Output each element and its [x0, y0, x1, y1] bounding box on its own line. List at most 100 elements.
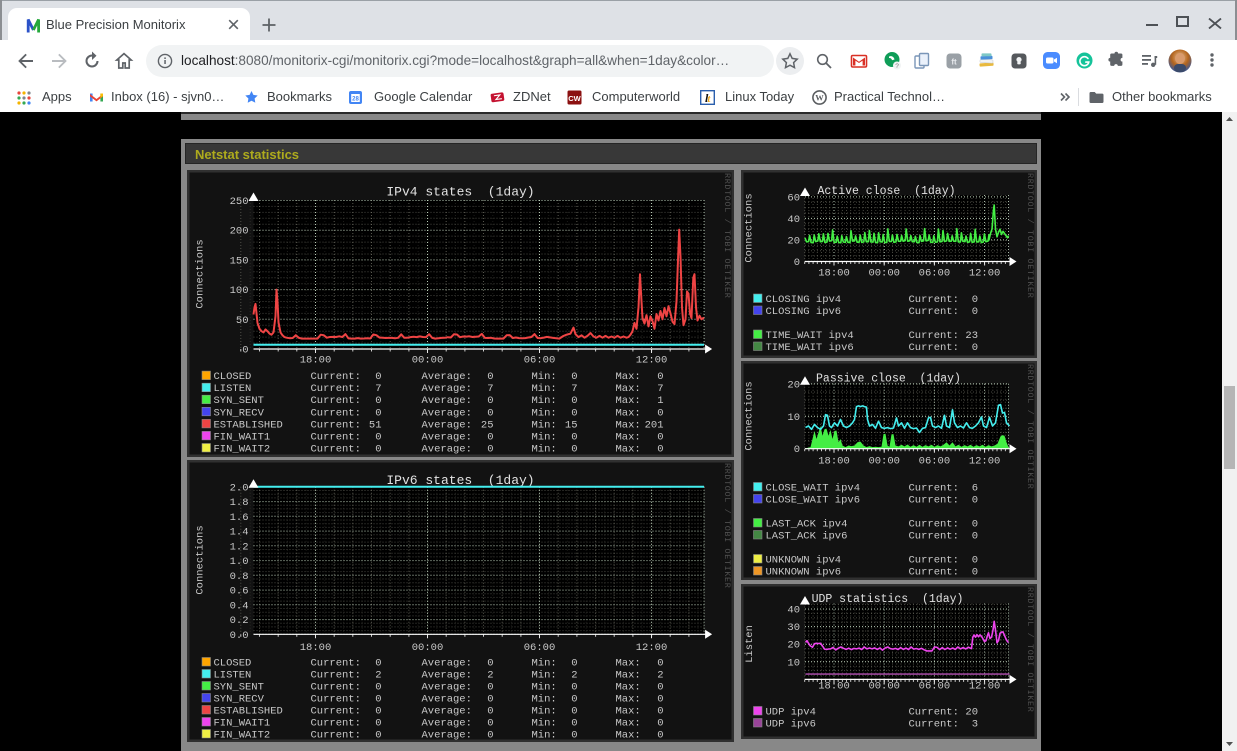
svg-text:0: 0 — [657, 371, 663, 383]
svg-text:CW: CW — [568, 94, 581, 103]
svg-text:0: 0 — [971, 342, 977, 354]
svg-text:LISTEN: LISTEN — [213, 383, 251, 395]
svg-text:SYN_RECV: SYN_RECV — [213, 407, 264, 419]
svg-text:1.8: 1.8 — [229, 497, 248, 509]
svg-text:0: 0 — [571, 693, 577, 705]
svg-text:0: 0 — [375, 693, 381, 705]
svg-text:0.0: 0.0 — [229, 629, 248, 641]
svg-text:Min:: Min: — [531, 693, 556, 705]
svg-text:CLOSING ipv4: CLOSING ipv4 — [765, 294, 841, 306]
svg-text:150: 150 — [229, 255, 248, 267]
svg-text:60: 60 — [787, 192, 800, 204]
svg-text:0: 0 — [375, 729, 381, 741]
svg-text:FIN_WAIT1: FIN_WAIT1 — [213, 431, 270, 443]
svg-text:7: 7 — [657, 383, 663, 395]
svg-text:0.8: 0.8 — [229, 570, 248, 582]
svg-text:18:00: 18:00 — [818, 681, 850, 693]
svg-text:00:00: 00:00 — [868, 267, 900, 279]
svg-text:0: 0 — [571, 705, 577, 717]
svg-text:RRDTOOL / TOBI OETIKER: RRDTOOL / TOBI OETIKER — [1025, 173, 1035, 298]
svg-text:40: 40 — [787, 213, 800, 225]
svg-text:18:00: 18:00 — [818, 267, 850, 279]
svg-text:00:00: 00:00 — [868, 681, 900, 693]
svg-text:W: W — [815, 93, 824, 103]
svg-text:Average:: Average: — [421, 693, 471, 705]
svg-text:0: 0 — [657, 431, 663, 443]
svg-text:Current:: Current: — [908, 306, 958, 318]
svg-text:51: 51 — [368, 419, 381, 431]
svg-text:50: 50 — [235, 314, 248, 326]
svg-text:FIN_WAIT1: FIN_WAIT1 — [213, 717, 270, 729]
svg-text:Max:: Max: — [615, 729, 640, 741]
svg-text:0: 0 — [793, 444, 799, 456]
svg-text:20: 20 — [965, 707, 978, 719]
svg-text:Current:: Current: — [908, 519, 958, 531]
svg-text:18:00: 18:00 — [818, 456, 850, 468]
svg-text:0: 0 — [375, 717, 381, 729]
svg-text:0: 0 — [487, 681, 493, 693]
svg-text:0: 0 — [375, 431, 381, 443]
svg-text:RRDTOOL / TOBI OETIKER: RRDTOOL / TOBI OETIKER — [722, 173, 732, 298]
svg-text:Current:: Current: — [908, 707, 958, 719]
svg-text:06:00: 06:00 — [523, 354, 555, 366]
svg-text:Max:: Max: — [615, 717, 640, 729]
svg-text:2: 2 — [571, 669, 577, 681]
svg-text:Current:: Current: — [310, 729, 360, 741]
svg-text:Current:: Current: — [310, 431, 360, 443]
svg-text:00:00: 00:00 — [411, 354, 443, 366]
svg-text:0: 0 — [487, 431, 493, 443]
svg-text:0: 0 — [971, 555, 977, 567]
svg-text:ESTABLISHED: ESTABLISHED — [213, 419, 282, 431]
svg-text:0: 0 — [793, 256, 799, 268]
svg-text:12:00: 12:00 — [968, 456, 1000, 468]
svg-text:Passive close (1day): Passive close (1day) — [816, 373, 961, 386]
svg-text:Current:: Current: — [908, 567, 958, 579]
svg-text:CLOSE_WAIT ipv6: CLOSE_WAIT ipv6 — [765, 495, 860, 507]
svg-text:Active close (1day): Active close (1day) — [817, 185, 955, 198]
svg-text:0: 0 — [971, 531, 977, 543]
svg-text:Current:: Current: — [310, 705, 360, 717]
svg-text:Current:: Current: — [908, 342, 958, 354]
svg-text:18:00: 18:00 — [299, 642, 331, 654]
svg-text:CLOSED: CLOSED — [213, 371, 251, 383]
svg-text:2: 2 — [657, 669, 663, 681]
svg-text:Average:: Average: — [421, 681, 471, 693]
svg-text:Current:: Current: — [908, 555, 958, 567]
svg-text:0: 0 — [487, 657, 493, 669]
svg-text:UNKNOWN ipv4: UNKNOWN ipv4 — [765, 555, 841, 567]
svg-text:Max:: Max: — [615, 693, 640, 705]
svg-text:Average:: Average: — [421, 657, 471, 669]
svg-text:0: 0 — [657, 717, 663, 729]
svg-text:10: 10 — [787, 657, 800, 669]
svg-text:0: 0 — [487, 717, 493, 729]
svg-text:0: 0 — [375, 407, 381, 419]
svg-text:0.6: 0.6 — [229, 585, 248, 597]
svg-text:7: 7 — [375, 383, 381, 395]
svg-text:TIME_WAIT ipv4: TIME_WAIT ipv4 — [765, 330, 853, 342]
svg-text:Min:: Min: — [531, 705, 556, 717]
svg-text:40: 40 — [787, 605, 800, 617]
svg-text:UDP statistics (1day): UDP statistics (1day) — [811, 593, 963, 606]
svg-text:12:00: 12:00 — [968, 681, 1000, 693]
svg-text:RRDTOOL / TOBI OETIKER: RRDTOOL / TOBI OETIKER — [1025, 587, 1035, 712]
svg-text:201: 201 — [644, 419, 663, 431]
svg-text:12:00: 12:00 — [968, 267, 1000, 279]
svg-text:Min:: Min: — [531, 407, 556, 419]
svg-text:UDP ipv4: UDP ipv4 — [765, 707, 815, 719]
svg-text:Min:: Min: — [531, 657, 556, 669]
svg-text:0: 0 — [487, 443, 493, 455]
svg-text:CLOSING ipv6: CLOSING ipv6 — [765, 306, 841, 318]
svg-text:Connections: Connections — [194, 239, 206, 308]
svg-text:Average:: Average: — [421, 729, 471, 741]
svg-text:06:00: 06:00 — [918, 681, 950, 693]
svg-text:06:00: 06:00 — [918, 267, 950, 279]
svg-text:Current:: Current: — [310, 693, 360, 705]
svg-text:Average:: Average: — [421, 407, 471, 419]
svg-text:FIN_WAIT2: FIN_WAIT2 — [213, 729, 270, 741]
svg-text:0: 0 — [657, 729, 663, 741]
svg-text:0: 0 — [571, 717, 577, 729]
svg-text:0: 0 — [375, 371, 381, 383]
svg-text:Max:: Max: — [615, 395, 640, 407]
svg-text:0: 0 — [487, 729, 493, 741]
svg-text:Current:: Current: — [310, 395, 360, 407]
